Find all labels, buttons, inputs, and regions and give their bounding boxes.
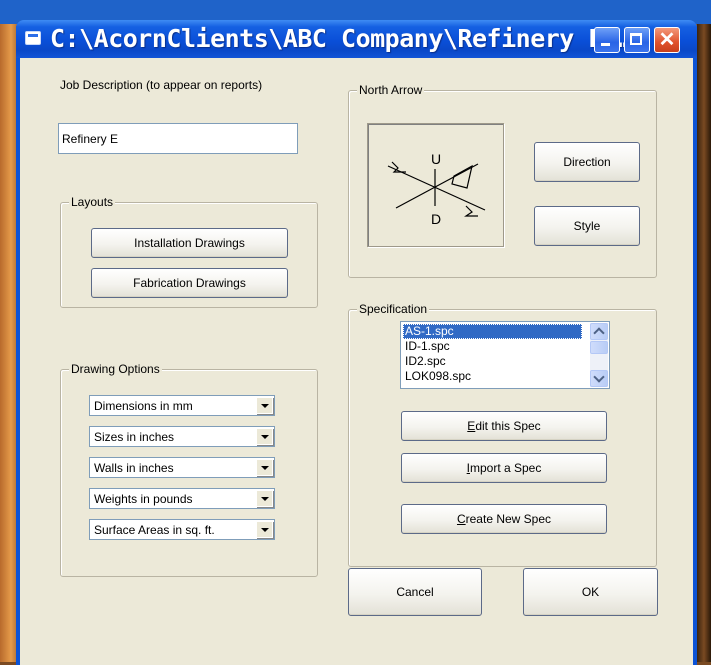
direction-button[interactable]: Direction (534, 142, 640, 182)
dimensions-units-value: Dimensions in mm (94, 399, 193, 413)
dimensions-units-select[interactable]: Dimensions in mm (89, 395, 275, 416)
job-description-label: Job Description (to appear on reports) (60, 78, 263, 92)
spec-list-scrollbar[interactable] (590, 323, 608, 387)
settings-dialog-window: C:\AcornClients\ABC Company\Refinery E …… (16, 20, 697, 665)
edit-spec-accel: E (467, 419, 476, 433)
maximize-button[interactable] (624, 27, 650, 53)
chevron-down-icon[interactable] (256, 490, 273, 507)
app-icon[interactable] (25, 31, 41, 45)
create-spec-label: reate New Spec (465, 512, 552, 526)
dialog-client-area: Job Description (to appear on reports) R… (20, 58, 693, 665)
window-title: C:\AcornClients\ABC Company\Refinery E … (50, 24, 633, 53)
scroll-down-icon[interactable] (590, 370, 608, 387)
scroll-up-icon[interactable] (590, 323, 608, 340)
cancel-button[interactable]: Cancel (348, 568, 482, 616)
create-spec-button[interactable]: Create New Spec (401, 504, 607, 534)
walls-units-value: Walls in inches (94, 461, 174, 475)
spec-listbox[interactable]: AS-1.spc ID-1.spc ID2.spc LOK098.spc (400, 321, 610, 389)
import-spec-button[interactable]: Import a Spec (401, 453, 607, 483)
weights-units-value: Weights in pounds (94, 492, 193, 506)
surface-areas-units-select[interactable]: Surface Areas in sq. ft. (89, 519, 275, 540)
drawing-options-legend: Drawing Options (69, 362, 162, 377)
chevron-down-icon[interactable] (256, 428, 273, 445)
edit-spec-label: dit this Spec (475, 419, 541, 433)
edit-spec-button[interactable]: Edit this Spec (401, 411, 607, 441)
north-arrow-symbol-icon: U D (387, 151, 486, 227)
chevron-down-icon[interactable] (256, 521, 273, 538)
scroll-thumb[interactable] (590, 341, 608, 354)
import-spec-label: mport a Spec (469, 461, 542, 475)
spec-list-item[interactable]: ID-1.spc (403, 339, 452, 354)
spec-list-item[interactable]: ID2.spc (403, 354, 448, 369)
installation-drawings-button[interactable]: Installation Drawings (91, 228, 288, 258)
spec-list-item-selected[interactable]: AS-1.spc (403, 324, 582, 339)
chevron-down-icon[interactable] (256, 459, 273, 476)
close-icon: ✕ (658, 29, 676, 51)
sizes-units-value: Sizes in inches (94, 430, 175, 444)
fabrication-drawings-button[interactable]: Fabrication Drawings (91, 268, 288, 298)
minimize-button[interactable] (594, 27, 620, 53)
desktop-background-right (697, 24, 711, 662)
north-arrow-legend: North Arrow (357, 83, 425, 98)
ok-button[interactable]: OK (523, 568, 658, 616)
close-button[interactable]: ✕ (654, 27, 680, 53)
style-button[interactable]: Style (534, 206, 640, 246)
spec-list-item[interactable]: LOK098.spc (403, 369, 473, 384)
weights-units-select[interactable]: Weights in pounds (89, 488, 275, 509)
walls-units-select[interactable]: Walls in inches (89, 457, 275, 478)
chevron-down-icon[interactable] (256, 397, 273, 414)
specification-legend: Specification (357, 302, 430, 317)
sizes-units-select[interactable]: Sizes in inches (89, 426, 275, 447)
north-arrow-up-label: U (431, 151, 441, 167)
create-spec-accel: C (456, 512, 466, 526)
title-bar[interactable]: C:\AcornClients\ABC Company\Refinery E …… (16, 20, 697, 58)
job-description-input[interactable]: Refinery E (58, 123, 298, 154)
layouts-legend: Layouts (69, 195, 116, 210)
north-arrow-down-label: D (431, 211, 441, 227)
north-arrow-preview: U D (367, 123, 504, 247)
surface-areas-units-value: Surface Areas in sq. ft. (94, 523, 215, 537)
